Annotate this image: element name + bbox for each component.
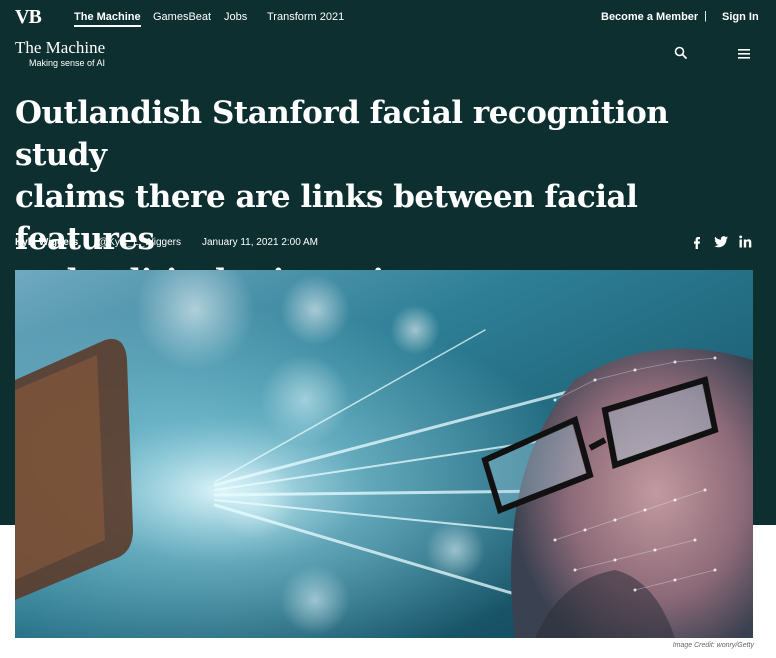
nav-link-jobs[interactable]: Jobs	[224, 11, 247, 23]
sign-in-link[interactable]: Sign In	[722, 11, 759, 23]
section-tagline: Making sense of AI	[29, 58, 106, 68]
nav-link-transform[interactable]: Transform 2021	[267, 11, 344, 23]
nav-link-the-machine[interactable]: The Machine	[74, 11, 141, 27]
search-button[interactable]	[672, 44, 690, 62]
author-twitter-handle[interactable]: @Kyle_L_Wiggers	[98, 237, 181, 248]
menu-button[interactable]	[736, 46, 754, 62]
twitter-icon	[714, 236, 728, 248]
become-member-link[interactable]: Become a Member	[601, 11, 698, 23]
nav-separator: |	[704, 10, 707, 22]
linkedin-icon	[739, 235, 752, 248]
hamburger-menu-icon	[738, 49, 750, 59]
share-facebook-button[interactable]	[688, 233, 706, 251]
nav-link-gamesbeat[interactable]: GamesBeat	[153, 11, 211, 23]
top-navigation: VB The Machine GamesBeat Jobs Transform …	[0, 0, 776, 34]
section-title[interactable]: The Machine	[15, 38, 105, 58]
facial-recognition-illustration	[15, 270, 753, 638]
publish-date: January 11, 2021 2:00 AM	[202, 237, 319, 248]
author-link[interactable]: Kyle Wiggers	[15, 237, 78, 248]
vb-logo[interactable]: VB	[15, 6, 42, 29]
image-credit: Image Credit: wonry/Getty	[672, 642, 754, 649]
facebook-icon	[694, 237, 700, 249]
article-hero-image	[15, 270, 753, 638]
headline-line: Outlandish Stanford facial recognition s…	[15, 95, 669, 173]
search-icon	[674, 46, 687, 59]
share-twitter-button[interactable]	[712, 233, 730, 251]
share-linkedin-button[interactable]	[737, 233, 755, 251]
